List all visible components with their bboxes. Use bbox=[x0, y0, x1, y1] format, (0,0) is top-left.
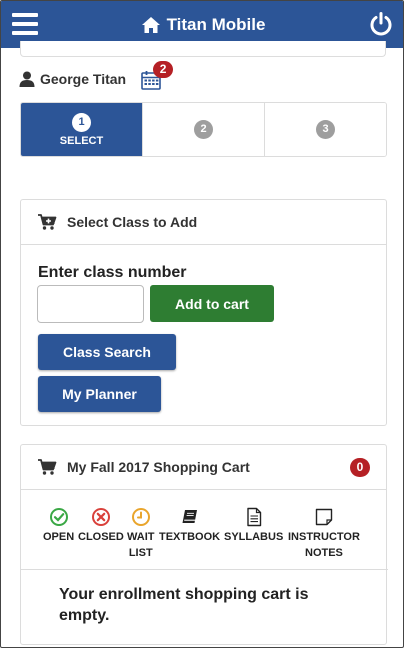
class-number-label: Enter class number bbox=[38, 264, 187, 281]
legend-instructor-notes: INSTRUCTOR NOTES bbox=[288, 507, 360, 561]
legend-open: OPEN bbox=[43, 507, 74, 545]
step-number: 2 bbox=[194, 120, 213, 139]
step-number: 1 bbox=[72, 112, 91, 132]
user-info-row: George Titan 2 bbox=[19, 61, 174, 93]
closed-x-icon bbox=[91, 508, 110, 526]
legend-textbook: TEXTBOOK bbox=[159, 507, 220, 545]
panel-title: Select Class to Add bbox=[67, 214, 198, 230]
class-number-input[interactable] bbox=[37, 285, 144, 323]
legend-label: SYLLABUS bbox=[224, 531, 284, 543]
select-class-header: Select Class to Add bbox=[21, 200, 386, 245]
shopping-cart-icon bbox=[38, 459, 57, 475]
step-1-select[interactable]: 1 SELECT bbox=[21, 103, 142, 156]
app-frame: Titan Mobile George Titan 2 1 SELECT 2 3… bbox=[0, 0, 404, 648]
syllabus-icon bbox=[246, 507, 261, 527]
open-check-icon bbox=[49, 508, 68, 526]
user-icon bbox=[19, 71, 35, 87]
step-number: 3 bbox=[316, 120, 335, 139]
legend-label: INSTRUCTOR NOTES bbox=[288, 531, 360, 559]
shopping-cart-header[interactable]: My Fall 2017 Shopping Cart 0 bbox=[21, 445, 386, 490]
app-title: Titan Mobile bbox=[166, 14, 266, 34]
waitlist-clock-icon bbox=[131, 508, 150, 526]
legend-wait-list: WAIT LIST bbox=[127, 507, 155, 561]
legend-closed: CLOSED bbox=[78, 507, 124, 545]
user-name: George Titan bbox=[40, 71, 127, 87]
legend-label: CLOSED bbox=[78, 531, 124, 543]
step-2[interactable]: 2 bbox=[142, 103, 264, 156]
legend-syllabus: SYLLABUS bbox=[224, 507, 283, 545]
empty-cart-message: Your enrollment shopping cart is empty. bbox=[59, 586, 309, 624]
step-label: SELECT bbox=[59, 134, 104, 147]
power-icon[interactable] bbox=[368, 11, 394, 37]
cart-count-badge: 0 bbox=[350, 458, 370, 477]
select-class-panel: Select Class to Add Enter class number A… bbox=[20, 199, 387, 426]
legend-label: OPEN bbox=[43, 531, 75, 543]
enrollment-steps: 1 SELECT 2 3 bbox=[20, 102, 387, 157]
class-search-button[interactable]: Class Search bbox=[38, 334, 176, 370]
home-icon bbox=[141, 16, 160, 33]
add-to-cart-button[interactable]: Add to cart bbox=[150, 285, 274, 322]
legend-label: WAIT LIST bbox=[127, 531, 155, 559]
my-planner-button[interactable]: My Planner bbox=[38, 376, 161, 412]
step-3[interactable]: 3 bbox=[264, 103, 386, 156]
shopping-cart-panel: My Fall 2017 Shopping Cart 0 OPEN CLOSED bbox=[20, 444, 388, 645]
panel-title: My Fall 2017 Shopping Cart bbox=[67, 459, 250, 475]
calendar-button[interactable]: 2 bbox=[140, 61, 174, 91]
legend-label: TEXTBOOK bbox=[159, 531, 221, 543]
textbook-icon bbox=[182, 510, 197, 523]
divider bbox=[21, 569, 388, 570]
collapsed-card bbox=[20, 41, 386, 57]
calendar-count-badge: 2 bbox=[153, 61, 174, 78]
cart-plus-icon bbox=[38, 214, 57, 230]
status-legend: OPEN CLOSED WAIT LIST TEXTBOOK SYLLABUS … bbox=[21, 507, 388, 569]
instructor-notes-icon bbox=[315, 508, 333, 526]
